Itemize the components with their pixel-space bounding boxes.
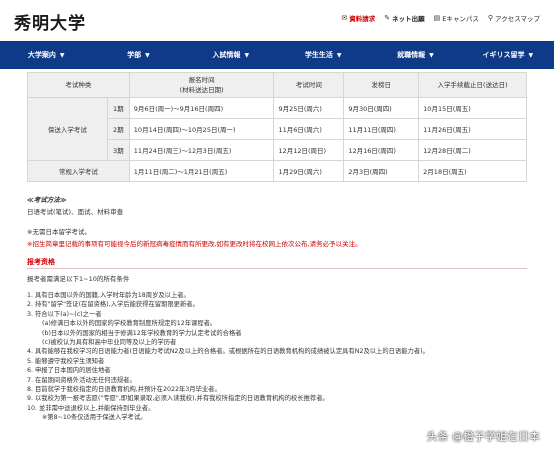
list-item: 8. 目前就学于我校指定的日语教育机构,并预计在2022年3月毕业者。 (27, 386, 221, 394)
e-campus-link[interactable]: ▤ Eキャンパス (434, 13, 479, 23)
category-cell: 保送入学考试 (27, 97, 108, 161)
list-item: 7. 在留期间资格外活动无任何违规者。 (27, 376, 136, 384)
table-row: 保送入学考试 1期 9月6日(周一)～9月16日(周四) 9月25日(周六) 9… (27, 97, 527, 161)
nav-faculties[interactable]: 学部 ▼ (92, 41, 184, 69)
top-header: 秀明大学 ✉ 資料請求 ✎ ネット出願 ▤ Eキャンパス ⚲ アクセスマップ (0, 0, 554, 40)
deadline-cell: 2月18日(周五) (418, 160, 527, 182)
period-cell: 9月6日(周一)～9月16日(周四) (128, 97, 275, 119)
deadline-cell: 10月15日(周五) (418, 97, 527, 119)
category-cell: 常规入学考试 (27, 160, 130, 182)
chevron-down-icon: ▼ (336, 51, 342, 59)
exam-method-title: ≪考试方法≫ (27, 196, 67, 204)
list-item: 3. 符合以下(a)~(c)之一者 (27, 310, 102, 318)
requirements-title: 报考资格 (27, 258, 55, 266)
col-header-deadline: 入学手续截止日(送达日) (418, 72, 527, 98)
chevron-down-icon: ▼ (244, 51, 250, 59)
access-map-link[interactable]: ⚲ アクセスマップ (488, 13, 540, 23)
list-item: 10. 並非需中途退校以上,并能保持到毕业者。 (27, 404, 155, 412)
watermark: 头条 @橙子学姐在日本 (426, 430, 541, 443)
note-no-eju: ※无需日本留学考试。 (27, 228, 91, 236)
exam-date-cell: 11月6日(周六) (273, 118, 345, 140)
nav-student-life[interactable]: 学生生活 ▼ (277, 41, 369, 69)
list-item: 1. 具有日本国以外的国籍,入学时年龄为18周岁及以上者。 (27, 292, 190, 299)
requirements-list: 1. 具有日本国以外的国籍,入学时年龄为18周岁及以上者。 2. 持有"留学"签证… (27, 291, 527, 423)
university-logo[interactable]: 秀明大学 (14, 9, 86, 34)
list-item: (b)日本以外的国家的相当于修满12年学校教育的学力认定考试的合格者 (42, 329, 242, 337)
period-cell: 10月14日(周四)～10月25日(周一) (128, 118, 275, 140)
announce-date-cell: 2月3日(周四) (343, 160, 420, 182)
col-header-exam-date: 考试时间 (273, 72, 345, 98)
table-row: 常规入学考试 1月11日(周二)～1月21日(周五) 1月29日(周六) 2月3… (27, 160, 527, 182)
list-item: 4. 具有能够在我校学习的日语能力者(日语能力考试N2及以上的合格者。或根据所在… (27, 348, 429, 356)
deadline-cell: 12月28日(周二) (418, 139, 527, 161)
list-item: (c)被校认为具有和高中毕业同等及以上的学历者 (42, 339, 177, 347)
location-pin-icon: ⚲ (487, 14, 494, 22)
nav-about[interactable]: 大学案内 ▼ (0, 41, 92, 69)
announce-date-cell: 12月16日(周四) (343, 139, 420, 161)
list-item: ※第8~10条仅适用于保送入学考试。 (42, 414, 147, 422)
chevron-down-icon: ▼ (59, 51, 65, 59)
list-item: 2. 持有"留学"签证(在留资格),入学后能获得在留期限更新者。 (27, 301, 199, 309)
request-materials-link[interactable]: ✉ 資料請求 (341, 13, 375, 23)
list-item: 9. 以我校为第一报考志愿("专愿",即如果录取,必须入读我校),并有我校所指定… (27, 395, 329, 403)
header-links: ✉ 資料請求 ✎ ネット出願 ▤ Eキャンパス ⚲ アクセスマップ (341, 13, 540, 23)
phase-cell: 3期 (106, 139, 130, 161)
col-header-category: 考试种类 (27, 72, 130, 98)
table-header-row: 考试种类 报名时间 (材料送达日期) 考试时间 发榜日 入学手续截止日(送达日) (27, 72, 527, 98)
chevron-down-icon: ▼ (429, 51, 434, 59)
requirements-intro: 报考者需满足以下1~10的所有条件 (27, 275, 130, 283)
book-icon: ▤ (433, 14, 441, 22)
edit-icon: ✎ (384, 14, 391, 22)
nav-careers[interactable]: 就職情報 ▼ (369, 41, 461, 69)
chevron-down-icon: ▼ (145, 51, 150, 59)
exam-date-cell: 1月29日(周六) (273, 160, 345, 182)
nav-uk-study[interactable]: イギリス留学 ▼ (462, 41, 554, 69)
section-divider (27, 268, 527, 269)
online-application-link[interactable]: ✎ ネット出願 (384, 13, 424, 23)
exam-schedule-table: 考试种类 报名时间 (材料送达日期) 考试时间 发榜日 入学手续截止日(送达日) … (27, 72, 527, 182)
nav-admissions[interactable]: 入試情報 ▼ (185, 41, 277, 69)
phase-cell: 2期 (106, 118, 130, 140)
main-nav: 大学案内 ▼ 学部 ▼ 入試情報 ▼ 学生生活 ▼ 就職情報 ▼ イギリス留学 ▼ (0, 41, 554, 69)
list-item: (a)修满日本以外的国家的学校教育制度所规定的12年课程者。 (42, 320, 217, 328)
exam-date-cell: 9月25日(周六) (273, 97, 345, 119)
mail-icon: ✉ (341, 14, 348, 22)
exam-method-body: 日语考试(笔试)、面试、材料审查 (27, 208, 124, 216)
phase-cell: 1期 (106, 97, 130, 119)
exam-date-cell: 12月12日(周日) (273, 139, 345, 161)
note-covid-change: ※招生简章里记载的事项有可能视今后的新冠病毒疫情而有所更改,如有更改时将在校网上… (27, 240, 362, 248)
list-item: 6. 申报了日本国内的居住地者 (27, 367, 111, 375)
period-cell: 11月24日(周三)～12月3日(周五) (128, 139, 275, 161)
deadline-cell: 11月26日(周五) (418, 118, 527, 140)
period-cell: 1月11日(周二)～1月21日(周五) (128, 160, 275, 182)
chevron-down-icon: ▼ (528, 51, 534, 59)
col-header-announce-date: 发榜日 (343, 72, 420, 98)
announce-date-cell: 11月11日(周四) (343, 118, 420, 140)
list-item: 5. 能够遵守我校学生须知者 (27, 357, 105, 365)
col-header-period: 报名时间 (材料送达日期) (128, 72, 275, 98)
announce-date-cell: 9月30日(周四) (343, 97, 420, 119)
